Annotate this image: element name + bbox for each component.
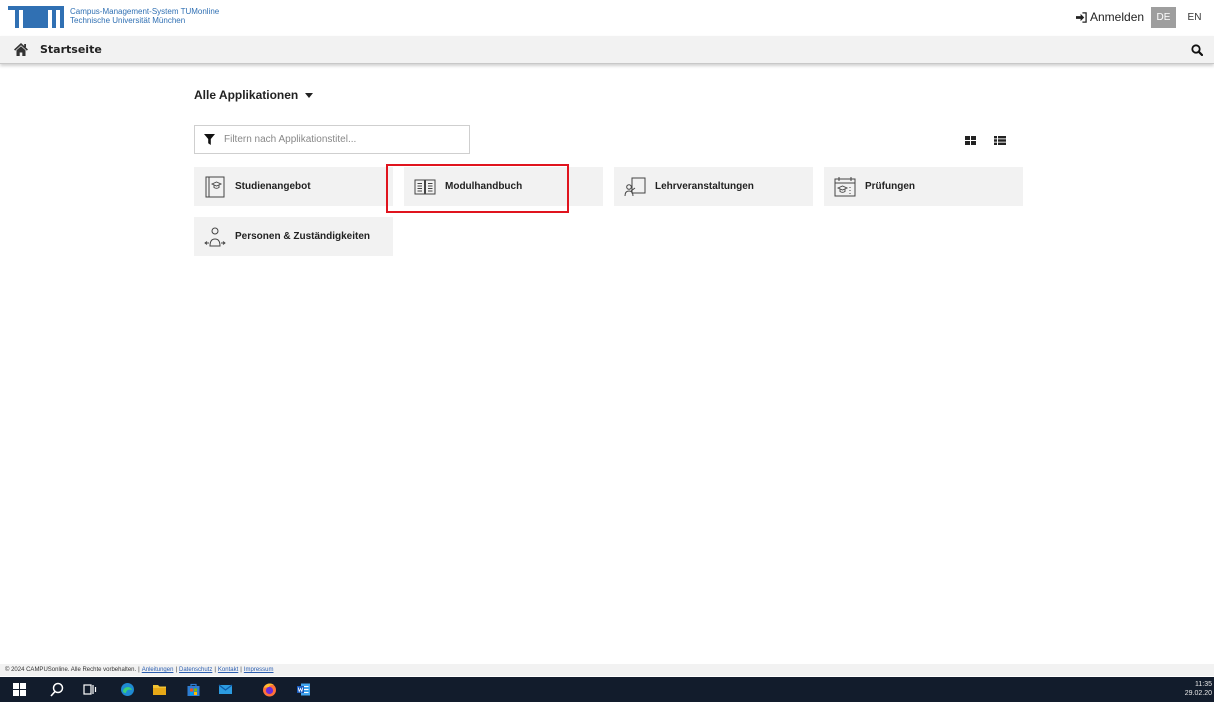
edge-browser-icon[interactable] [120,682,135,697]
tile-label: Personen & Zuständigkeiten [235,231,371,242]
filter-box [194,125,470,154]
taskbar-search-icon[interactable] [50,682,65,697]
persons-icon [204,227,226,246]
word-icon[interactable] [296,682,311,697]
task-view-icon[interactable] [82,682,97,697]
module-book-icon [414,179,436,194]
tile-personen-zustaendigkeiten[interactable]: Personen & Zuständigkeiten [194,217,393,256]
tile-lehrveranstaltungen[interactable]: Lehrveranstaltungen [614,167,813,206]
footer-link-impressum[interactable]: Impressum [244,667,274,673]
taskbar-clock[interactable]: 11:35 29.02.20 [1185,680,1212,698]
brand-text: Campus-Management-System TUMonline Techn… [70,7,219,25]
grid-view-icon[interactable] [965,136,976,145]
brand-line-2: Technische Universität München [70,16,186,25]
tile-label: Lehrveranstaltungen [655,181,754,192]
tile-modulhandbuch[interactable]: Modulhandbuch [404,167,603,206]
breadcrumb-bar: Startseite [0,36,1214,64]
language-en-button[interactable]: EN [1182,7,1207,28]
exams-icon [834,176,856,196]
breadcrumb-home-link[interactable]: Startseite [40,43,102,56]
tum-logo-icon[interactable] [8,6,64,28]
sign-in-icon [1076,11,1087,23]
windows-start-icon[interactable] [12,682,27,697]
login-button[interactable]: Anmelden [1076,10,1144,24]
footer: © 2024 CAMPUSonline. Alle Rechte vorbeha… [0,664,1214,676]
clock-date: 29.02.20 [1184,690,1212,697]
footer-link-anleitungen[interactable]: Anleitungen [142,667,174,673]
tile-studienangebot[interactable]: Studienangebot [194,167,393,206]
tile-label: Modulhandbuch [445,181,523,192]
filter-input[interactable] [224,134,464,145]
store-icon[interactable] [186,682,201,697]
page: Campus-Management-System TUMonline Techn… [0,0,1214,702]
mail-icon[interactable] [218,682,233,697]
footer-link-datenschutz[interactable]: Datenschutz [179,667,212,673]
home-icon[interactable] [14,43,28,56]
tile-label: Prüfungen [865,181,915,192]
footer-link-kontakt[interactable]: Kontakt [218,667,238,673]
firefox-icon[interactable] [262,682,277,697]
file-explorer-icon[interactable] [152,682,167,697]
study-offer-icon [205,176,225,197]
clock-time: 11:35 [1195,681,1212,688]
brand-line-1: Campus-Management-System TUMonline [70,7,220,16]
all-apps-title: Alle Applikationen [194,88,299,102]
tile-label: Studienangebot [235,181,311,192]
top-header: Campus-Management-System TUMonline Techn… [0,0,1214,34]
os-taskbar: 11:35 29.02.20 [0,677,1214,702]
courses-icon [624,177,646,196]
caret-down-icon [305,92,314,98]
filter-icon [204,134,215,145]
tile-pruefungen[interactable]: Prüfungen [824,167,1023,206]
all-apps-dropdown[interactable]: Alle Applikationen [194,88,314,102]
language-de-button[interactable]: DE [1151,7,1176,28]
login-label: Anmelden [1090,10,1145,24]
search-icon[interactable] [1191,44,1203,56]
list-view-icon[interactable] [994,136,1006,145]
footer-copyright: © 2024 CAMPUSonline. Alle Rechte vorbeha… [5,667,137,673]
